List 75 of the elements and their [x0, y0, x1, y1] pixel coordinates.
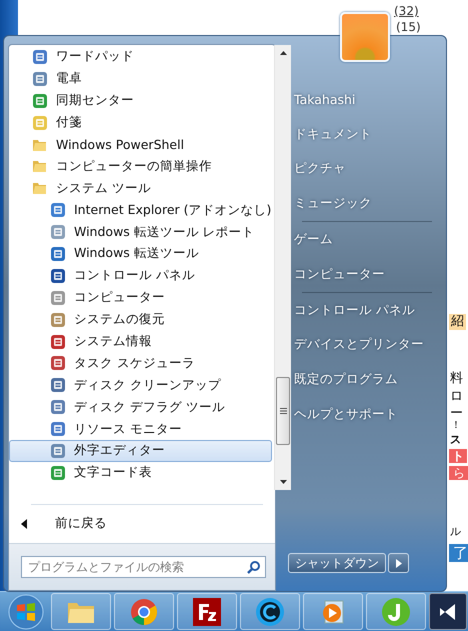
right-arrow-icon	[396, 558, 402, 568]
program-item[interactable]: Windows PowerShell	[9, 134, 272, 156]
program-item[interactable]: 文字コード表	[9, 462, 272, 484]
menu-item[interactable]: コンピューター	[288, 256, 446, 292]
background-text: 紹	[449, 314, 466, 330]
app-icon	[50, 377, 66, 394]
app-icon	[32, 70, 48, 87]
background-text: ロ	[450, 389, 463, 405]
search-field[interactable]: プログラムとファイルの検索	[21, 556, 266, 578]
program-item[interactable]: ワードパッド	[9, 46, 272, 68]
app-icon	[32, 114, 48, 131]
menu-item[interactable]: 既定のプログラム	[288, 362, 446, 398]
app-icon	[50, 246, 66, 262]
program-item[interactable]: 付箋	[9, 112, 272, 134]
menu-item[interactable]: デバイスとプリンター	[288, 328, 446, 362]
down-arrow-icon	[280, 480, 287, 484]
scrollbar-thumb[interactable]	[276, 377, 290, 445]
app-icon	[50, 421, 66, 438]
program-item[interactable]: Windows 転送ツール レポート	[9, 221, 272, 244]
app-icon	[50, 334, 66, 350]
program-item[interactable]: ディスク クリーンアップ	[9, 374, 272, 396]
background-text: ！	[451, 420, 461, 432]
background-text: ト	[449, 449, 467, 464]
folder-icon	[32, 158, 48, 174]
program-item[interactable]: システム ツール	[9, 177, 272, 200]
program-item[interactable]: ディスク デフラグ ツール	[9, 396, 272, 418]
program-item[interactable]: コントロール パネル	[9, 264, 272, 287]
square-logo-icon	[192, 596, 222, 626]
background-text: ス	[450, 433, 461, 446]
app-icon	[50, 464, 66, 481]
taskbar-button[interactable]	[429, 593, 467, 630]
background-text: 了	[449, 544, 468, 562]
background-text: (15)	[396, 20, 421, 34]
app-icon	[50, 290, 66, 306]
photo-placeholder	[340, 12, 390, 62]
app-icon	[50, 442, 66, 459]
up-arrow-icon	[280, 51, 287, 55]
background-text: 料	[450, 371, 463, 387]
taskbar-button[interactable]	[177, 593, 237, 630]
program-item[interactable]: システム情報	[9, 330, 272, 352]
app-icon	[50, 202, 66, 218]
menu-item[interactable]: コントロール パネル	[288, 292, 446, 328]
search-icon	[247, 560, 261, 574]
background-text: (32)	[394, 4, 419, 18]
program-item[interactable]: タスク スケジューラ	[9, 352, 272, 374]
background-text: ル	[450, 525, 461, 538]
menu-item[interactable]: ヘルプとサポート	[288, 397, 446, 432]
shutdown-button[interactable]: シャットダウン	[288, 553, 386, 573]
left-arrow-icon	[21, 518, 27, 528]
program-item[interactable]: システムの復元	[9, 308, 272, 331]
shutdown-options-button[interactable]	[388, 553, 409, 573]
program-item[interactable]: 電卓	[9, 68, 272, 90]
program-item[interactable]: Internet Explorer (アドオンなし)	[9, 199, 272, 222]
app-icon	[32, 48, 48, 65]
letter-logo-icon	[381, 596, 411, 626]
program-item[interactable]: 外字エディター	[9, 440, 272, 462]
background-text: ら	[449, 466, 468, 480]
app-icon	[50, 224, 66, 240]
app-icon	[50, 312, 66, 328]
app-icon	[50, 268, 66, 284]
ring-logo-icon	[255, 596, 285, 626]
app-icon	[32, 92, 48, 109]
round-logo-icon	[130, 598, 158, 626]
program-item[interactable]: Windows 転送ツール	[9, 243, 272, 265]
program-item[interactable]: コンピューター	[9, 286, 272, 309]
program-item[interactable]: コンピューターの簡単操作	[9, 155, 272, 178]
taskbar-button[interactable]	[240, 593, 300, 630]
back-link[interactable]: 前に戻る	[9, 505, 275, 532]
program-item[interactable]: リソース モニター	[9, 418, 272, 440]
program-item[interactable]: 同期センター	[9, 90, 272, 112]
folder-icon	[32, 180, 48, 196]
app-icon	[50, 399, 66, 416]
background-text: ー	[450, 406, 463, 421]
app-icon	[50, 355, 66, 372]
menu-item[interactable]: ゲーム	[288, 222, 446, 257]
